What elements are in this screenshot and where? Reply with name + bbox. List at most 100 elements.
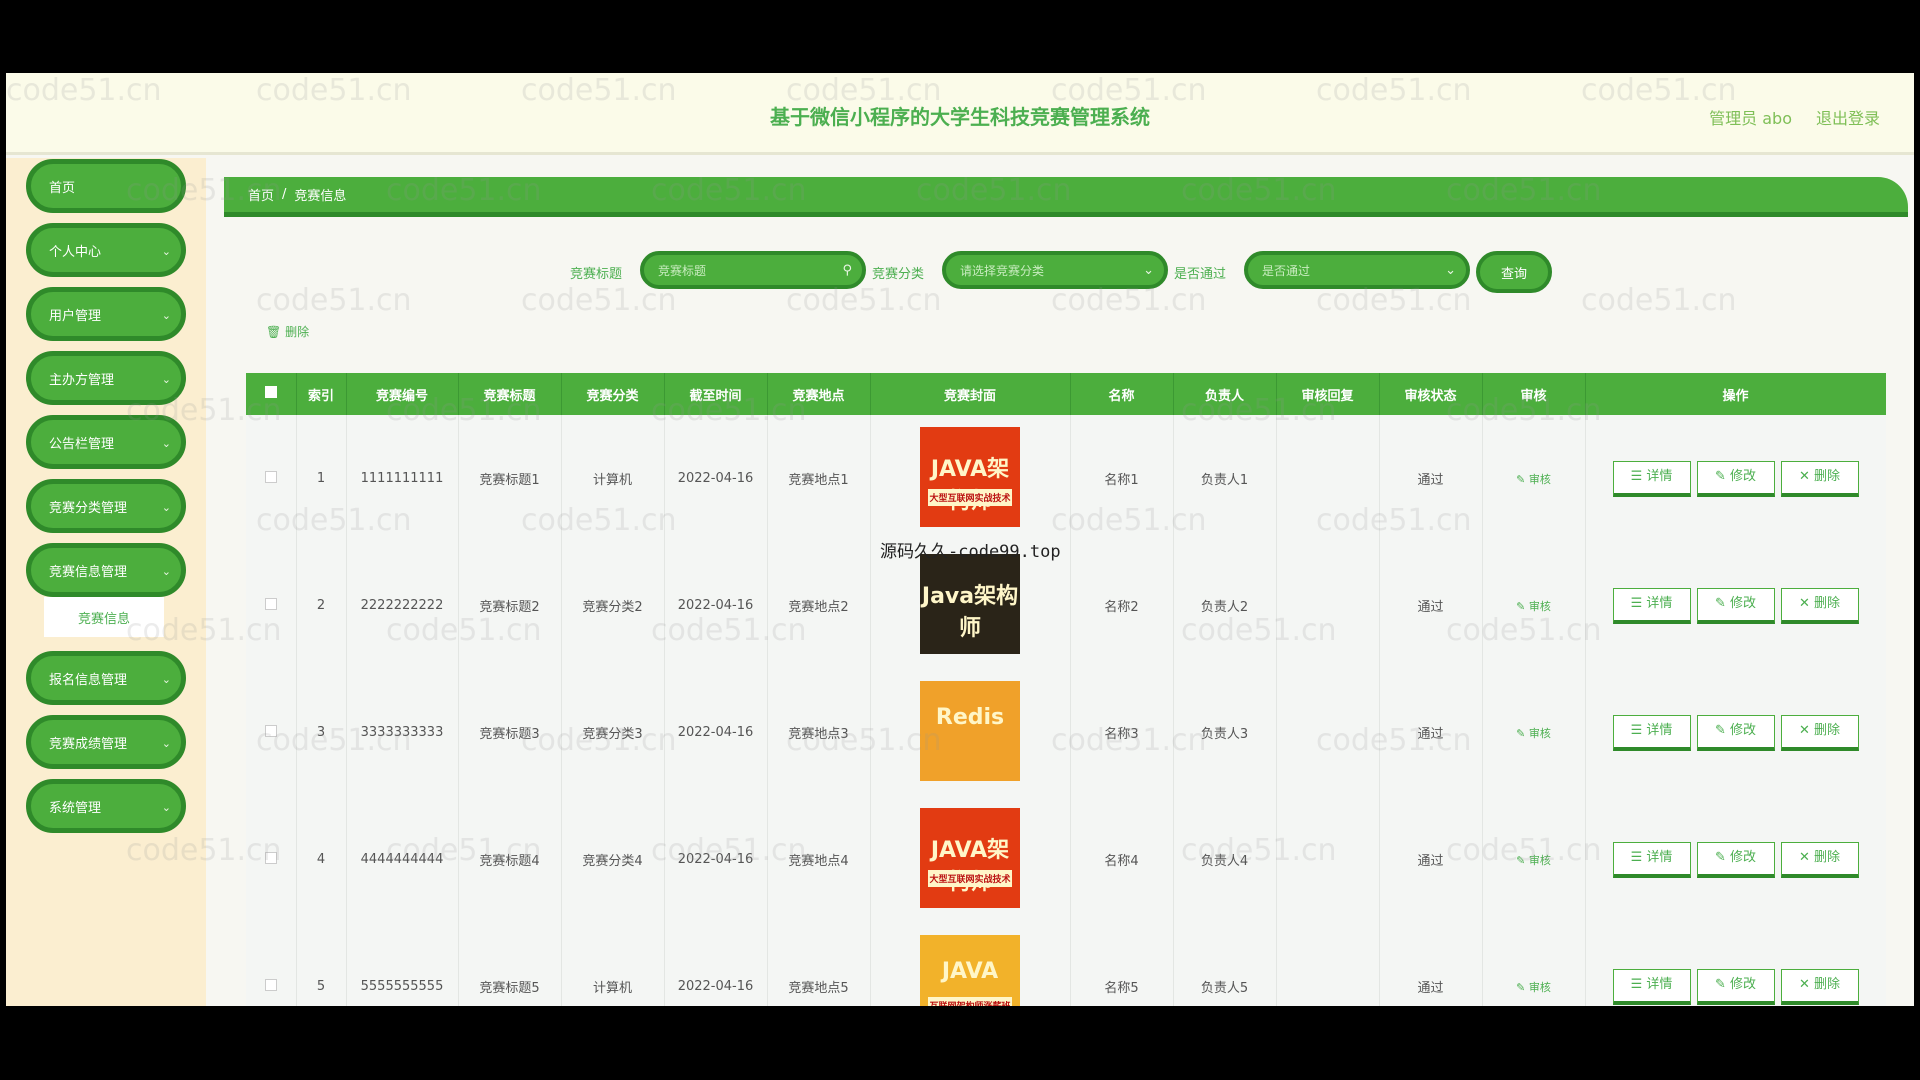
delete-button[interactable]: ✕ 删除	[1780, 714, 1859, 751]
sidebar-item-4[interactable]: 主办方管理 ⌄	[26, 351, 186, 405]
delete-button[interactable]: ✕ 删除	[1780, 841, 1859, 878]
audit-link[interactable]: ✎ 审核	[1516, 727, 1551, 740]
edit-button[interactable]: ✎ 修改	[1696, 460, 1775, 497]
submenu-item-competition-info[interactable]: 竞赛信息	[44, 597, 164, 637]
cell-code: 4444444444	[346, 796, 459, 923]
query-button[interactable]: 查询	[1476, 251, 1552, 293]
pencil-icon: ✎	[1714, 976, 1730, 992]
sidebar-item-8[interactable]: 报名信息管理 ⌄	[26, 651, 186, 705]
column-header: 审核回复	[1276, 373, 1380, 415]
cell-owner: 负责人3	[1173, 669, 1277, 796]
cell-name: 名称1	[1070, 415, 1174, 542]
chevron-down-icon: ⌄	[161, 309, 171, 322]
cell-reply	[1276, 542, 1380, 669]
column-header: 竞赛封面	[870, 373, 1071, 415]
breadcrumb-home[interactable]: 首页	[248, 185, 274, 204]
cell-cover: JAVA架构师大型互联网实战技术	[870, 415, 1071, 542]
cell-category: 计算机	[561, 415, 665, 542]
breadcrumb-current: 竞赛信息	[294, 189, 347, 204]
details-button[interactable]: ☰ 详情	[1612, 714, 1691, 751]
cell-audit: ✎ 审核	[1482, 415, 1586, 542]
details-button[interactable]: ☰ 详情	[1612, 460, 1691, 497]
chevron-down-icon: ⌄	[161, 501, 171, 514]
edit-button-label: 修改	[1730, 468, 1757, 484]
cell-audit: ✎ 审核	[1482, 542, 1586, 669]
cover-subtitle: 大型互联网实战技术	[928, 869, 1012, 887]
audit-label: 审核	[1528, 726, 1551, 740]
sidebar-item-9[interactable]: 竞赛成绩管理 ⌄	[26, 715, 186, 769]
audit-link[interactable]: ✎ 审核	[1516, 981, 1551, 994]
sidebar-item-6[interactable]: 竞赛分类管理 ⌄	[26, 479, 186, 533]
cell-reply	[1276, 923, 1380, 1006]
cell-place: 竞赛地点2	[767, 542, 871, 669]
delete-button[interactable]: ✕ 删除	[1780, 587, 1859, 624]
cell-place: 竞赛地点4	[767, 796, 871, 923]
chevron-down-icon: ⌄	[161, 373, 171, 386]
row-checkbox[interactable]	[246, 669, 297, 796]
delete-button[interactable]: ✕ 删除	[1780, 460, 1859, 497]
row-checkbox[interactable]	[246, 415, 297, 542]
breadcrumb-separator: /	[282, 187, 287, 202]
details-button[interactable]: ☰ 详情	[1612, 968, 1691, 1005]
cell-idx: 3	[296, 669, 347, 796]
pencil-icon: ✎	[1714, 722, 1730, 738]
cell-place: 竞赛地点1	[767, 415, 871, 542]
row-checkbox[interactable]	[246, 542, 297, 669]
system-title: 基于微信小程序的大学生科技竞赛管理系统	[770, 105, 1150, 129]
cell-status: 通过	[1379, 796, 1483, 923]
checkbox-icon	[264, 851, 277, 864]
cover-title: Redis	[935, 704, 1005, 730]
sidebar-item-7[interactable]: 竞赛信息管理 ⌄	[26, 543, 186, 597]
cell-code: 3333333333	[346, 669, 459, 796]
batch-delete-label: 删除	[285, 325, 310, 339]
details-button[interactable]: ☰ 详情	[1612, 841, 1691, 878]
details-button-label: 详情	[1646, 722, 1673, 738]
sidebar-item-label: 报名信息管理	[49, 672, 128, 688]
column-header: 竞赛地点	[767, 373, 871, 415]
table-header-row: 索引 竞赛编号 竞赛标题 竞赛分类 截至时间 竞赛地点 竞赛封面 名称 负责人 审核回复 审核状态审…	[246, 373, 1886, 415]
column-header: 审核	[1482, 373, 1586, 415]
edit-button[interactable]: ✎ 修改	[1696, 841, 1775, 878]
document-icon: ☰	[1630, 976, 1647, 992]
select-all-checkbox[interactable]	[246, 373, 297, 415]
cover-subtitle: 大型互联网实战技术	[928, 488, 1012, 506]
sidebar-item-5[interactable]: 公告栏管理 ⌄	[26, 415, 186, 469]
pass-select[interactable]: 是否通过 ⌄	[1244, 251, 1470, 289]
row-checkbox[interactable]	[246, 796, 297, 923]
audit-link[interactable]: ✎ 审核	[1516, 600, 1551, 613]
table-row: 11111111111竞赛标题1计算机2022-04-16竞赛地点1JAVA架构…	[246, 415, 1886, 542]
title-search-input[interactable]: 竞赛标题 ⚲	[640, 251, 866, 289]
batch-delete-button[interactable]: 🗑 删除	[266, 323, 309, 340]
column-header: 索引	[296, 373, 347, 415]
row-checkbox[interactable]	[246, 923, 297, 1006]
chevron-down-icon: ⌄	[161, 673, 171, 686]
sidebar-item-3[interactable]: 用户管理 ⌄	[26, 287, 186, 341]
cell-reply	[1276, 669, 1380, 796]
cell-title: 竞赛标题5	[458, 923, 562, 1006]
cell-reply	[1276, 796, 1380, 923]
document-icon: ☰	[1630, 849, 1647, 865]
audit-link[interactable]: ✎ 审核	[1516, 854, 1551, 867]
cell-audit: ✎ 审核	[1482, 923, 1586, 1006]
cell-status: 通过	[1379, 923, 1483, 1006]
sidebar-item-1[interactable]: 首页	[26, 159, 186, 213]
cell-audit: ✎ 审核	[1482, 796, 1586, 923]
cell-deadline: 2022-04-16	[664, 542, 768, 669]
edit-button[interactable]: ✎ 修改	[1696, 968, 1775, 1005]
trash-icon: ✕	[1798, 849, 1814, 865]
category-select[interactable]: 请选择竞赛分类 ⌄	[942, 251, 1168, 289]
details-button-label: 详情	[1646, 595, 1673, 611]
delete-button[interactable]: ✕ 删除	[1780, 968, 1859, 1005]
details-button[interactable]: ☰ 详情	[1612, 587, 1691, 624]
audit-link[interactable]: ✎ 审核	[1516, 473, 1551, 486]
sidebar-item-10[interactable]: 系统管理 ⌄	[26, 779, 186, 833]
chevron-down-icon: ⌄	[161, 437, 171, 450]
cover-title: Java架构师	[921, 583, 1019, 641]
edit-button[interactable]: ✎ 修改	[1696, 714, 1775, 751]
pencil-icon: ✎	[1516, 726, 1529, 740]
pencil-icon: ✎	[1516, 599, 1529, 613]
cell-name: 名称2	[1070, 542, 1174, 669]
edit-button[interactable]: ✎ 修改	[1696, 587, 1775, 624]
column-header: 竞赛分类	[561, 373, 665, 415]
logout-link[interactable]: 退出登录	[1816, 105, 1880, 129]
